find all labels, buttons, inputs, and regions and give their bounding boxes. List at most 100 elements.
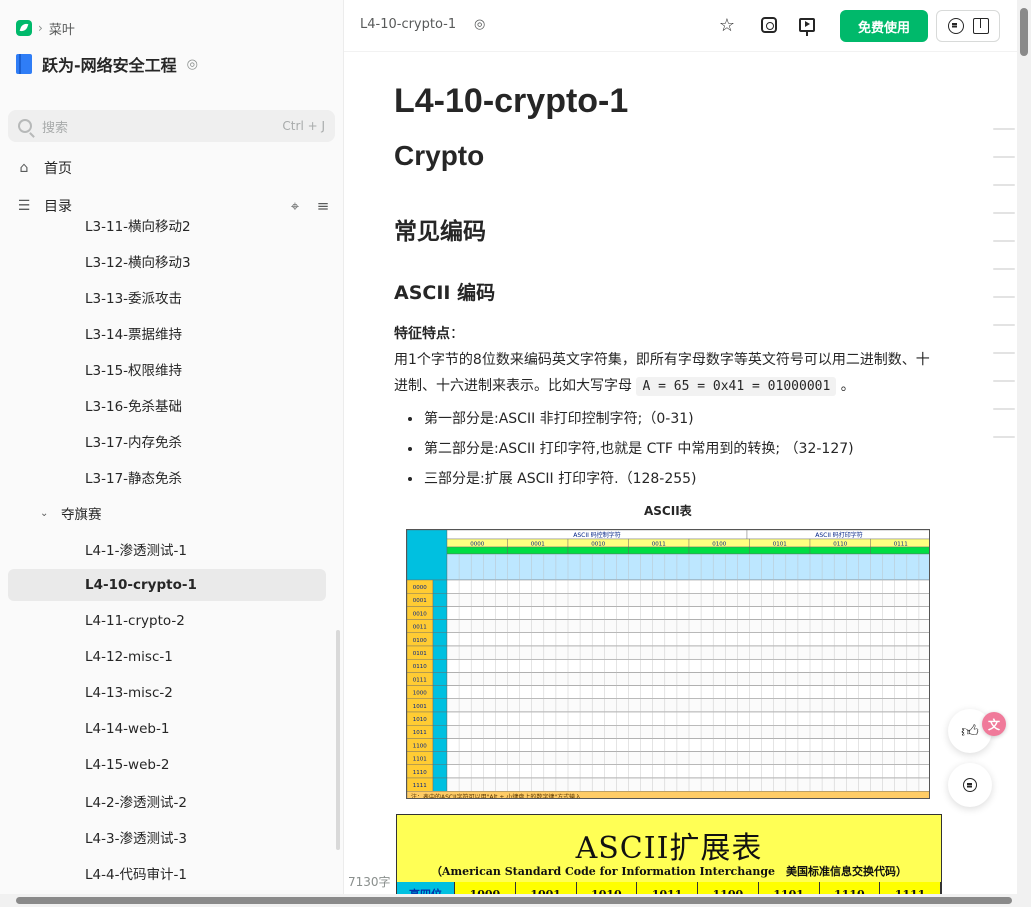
template-icon[interactable] [758,14,780,36]
tree-item-active[interactable]: L4-10-crypto-1 [8,569,326,601]
high-dec-cell [749,546,811,555]
body-end: 。 [840,378,855,394]
ext-col: 1010 [576,882,638,894]
collapse-list-icon[interactable]: ≡ [314,197,332,215]
tree-item[interactable]: L4-12-misc-1 [8,641,326,673]
tree-item[interactable]: L3-16-免杀基础 [8,389,326,421]
tree-group-ctf[interactable]: ⌄ 夺旗赛 [8,497,326,529]
tree-item-label: L3-15-权限维持 [85,363,183,379]
tree-item-label: L3-14-票据维持 [85,327,183,343]
tree-item-label: L4-3-渗透测试-3 [85,831,187,847]
book-header[interactable]: 跃为-网络安全工程 ◎ [16,52,198,76]
high-dec-cell [507,546,569,555]
high-dec-cell [628,546,690,555]
yuque-logo-icon [16,20,32,36]
app-window: › 菜叶 跃为-网络安全工程 ◎ 搜索 Ctrl + J ⌂ 首页 ☰ 目录 ⌖… [0,0,1031,907]
breadcrumb[interactable]: › 菜叶 [16,18,75,38]
tree-item[interactable]: L4-14-web-1 [8,713,326,745]
chevron-down-icon[interactable]: ⌄ [40,508,48,519]
tree-item[interactable]: L3-17-内存免杀 [8,425,326,457]
tree-group-label: 夺旗赛 [61,507,102,523]
ext-col: 1001 [515,882,577,894]
tree-item[interactable]: L4-2-渗透测试-2 [8,785,326,817]
low-code-text: 0111 [413,677,427,683]
tree-item[interactable]: L3-15-权限维持 [8,353,326,385]
outline-ticks[interactable] [993,128,1015,464]
low-code-text: 1001 [413,704,427,710]
nav-home[interactable]: ⌂ 首页 [16,154,332,182]
ext-col: 1000 [455,882,516,894]
low-code-text: 1000 [413,691,427,697]
sidebar-scrollbar[interactable] [336,630,340,850]
low-dec-cell [432,579,448,594]
high-dec-cell [870,546,929,555]
word-count: 7130字 [348,875,391,889]
high-code-text: 0010 [591,542,605,548]
translate-icon[interactable]: 文 [982,712,1006,736]
list-icon: ☰ [17,198,31,214]
tree-item[interactable]: L3-13-委派攻击 [8,281,326,313]
tree-item[interactable]: L3-14-票据维持 [8,317,326,349]
tree-item[interactable]: L4-4-代码审计-1 [8,857,326,889]
public-globe-icon[interactable]: ◎ [474,17,485,32]
feature-colon: ： [450,326,464,342]
tree-item[interactable]: L3-17-静态免杀 [8,461,326,493]
search-icon [18,119,32,133]
tree-item-label: L4-13-misc-2 [85,685,173,701]
present-icon[interactable] [796,14,818,36]
ext-col: 1100 [698,882,759,894]
low-code-text: 1110 [413,770,427,776]
high-code-text: 0110 [833,542,847,548]
low-dec-cell [432,593,448,607]
low-dec-cell [432,619,448,633]
ext-table-title: ASCII扩展表 [575,831,763,866]
high-code-text: 0001 [531,542,545,548]
low-dec-cell [432,672,448,686]
comment-float-button[interactable] [948,763,992,807]
low-dec-cell [432,764,448,779]
free-use-button[interactable]: 免费使用 [840,10,928,42]
thumbs-up-icon: 👍︎ [961,721,979,742]
tree-item[interactable]: L4-3-渗透测试-3 [8,821,326,853]
doc-title: L4-10-crypto-1 [394,82,629,120]
list-item: 第二部分是:ASCII 打印字符,也就是 CTF 中常用到的转换; （32-12… [408,434,854,464]
tree-item[interactable]: L3-11-横向移动2 [8,216,326,241]
side-panel-icon[interactable] [972,18,989,34]
locate-icon[interactable]: ⌖ [286,197,304,215]
high-dec-cell [446,546,508,555]
tree-item[interactable]: L4-1-渗透测试-1 [8,533,326,565]
globe-icon: ◎ [186,56,198,72]
tree-item[interactable]: L3-12-横向移动3 [8,245,326,277]
tree-item[interactable]: L4-15-web-2 [8,749,326,781]
doc-content: L4-10-crypto-1 Crypto 常见编码 ASCII 编码 特征特点… [344,52,1017,894]
low-code-text: 0010 [413,611,427,617]
high-dec-cell [567,546,629,555]
header-doc-title: L4-10-crypto-1 [360,17,457,32]
search-shortcut: Ctrl + J [282,119,325,133]
inline-code: A = 65 = 0x41 = 01000001 [636,377,837,396]
comment-icon[interactable] [947,18,964,34]
ascii-table-image[interactable]: ASCII 码控制字符 ASCII 码打印字符 0000 0001 0010 0011 01… [406,529,930,799]
low-code-text: 1011 [413,730,427,736]
star-icon[interactable]: ☆ [716,14,738,36]
search-input[interactable]: 搜索 Ctrl + J [8,110,335,142]
tree-item[interactable]: L4-11-crypto-2 [8,605,326,637]
low-code-text: 0110 [413,664,427,670]
horizontal-scrollbar[interactable] [0,894,1031,907]
ext-row-label: 高四位 [397,882,455,894]
low-dec-cell [432,777,448,792]
low-code-text: 0000 [413,585,427,591]
low-dec-cell [432,632,448,647]
list-item: 三部分是:扩展 ASCII 打印字符.（128-255) [408,464,854,494]
high-code-text: 0011 [652,542,666,548]
tree-item-label: L3-12-横向移动3 [85,255,191,271]
low-code-text: 1101 [413,757,427,763]
tree-item[interactable]: L4-13-misc-2 [8,677,326,709]
tree-item-label: L4-1-渗透测试-1 [85,543,187,559]
ext-col: 1111 [880,882,941,894]
ascii-extended-table-image[interactable]: ASCII扩展表 （American Standard Code for Inf… [396,814,942,894]
low-dec-cell [432,711,448,726]
vertical-scrollbar[interactable] [1017,0,1031,907]
vertical-scroll-thumb[interactable] [1020,8,1028,56]
horizontal-scroll-thumb[interactable] [16,897,1012,904]
